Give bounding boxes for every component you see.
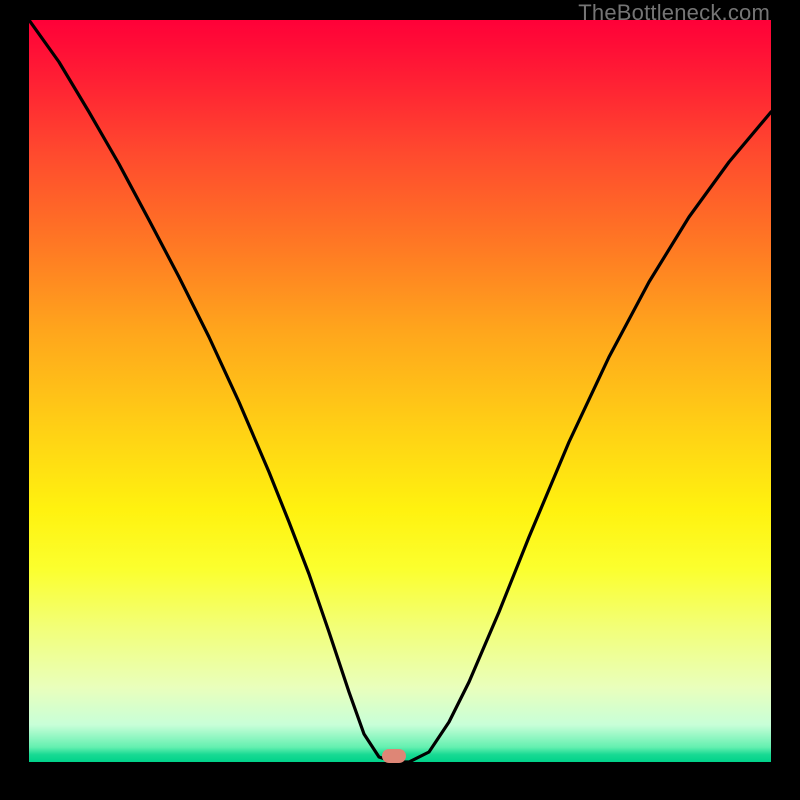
bottleneck-curve (29, 20, 771, 762)
chart-frame: TheBottleneck.com (0, 0, 800, 800)
plot-area (29, 20, 771, 762)
optimum-marker (382, 749, 406, 763)
watermark-text: TheBottleneck.com (578, 0, 770, 26)
